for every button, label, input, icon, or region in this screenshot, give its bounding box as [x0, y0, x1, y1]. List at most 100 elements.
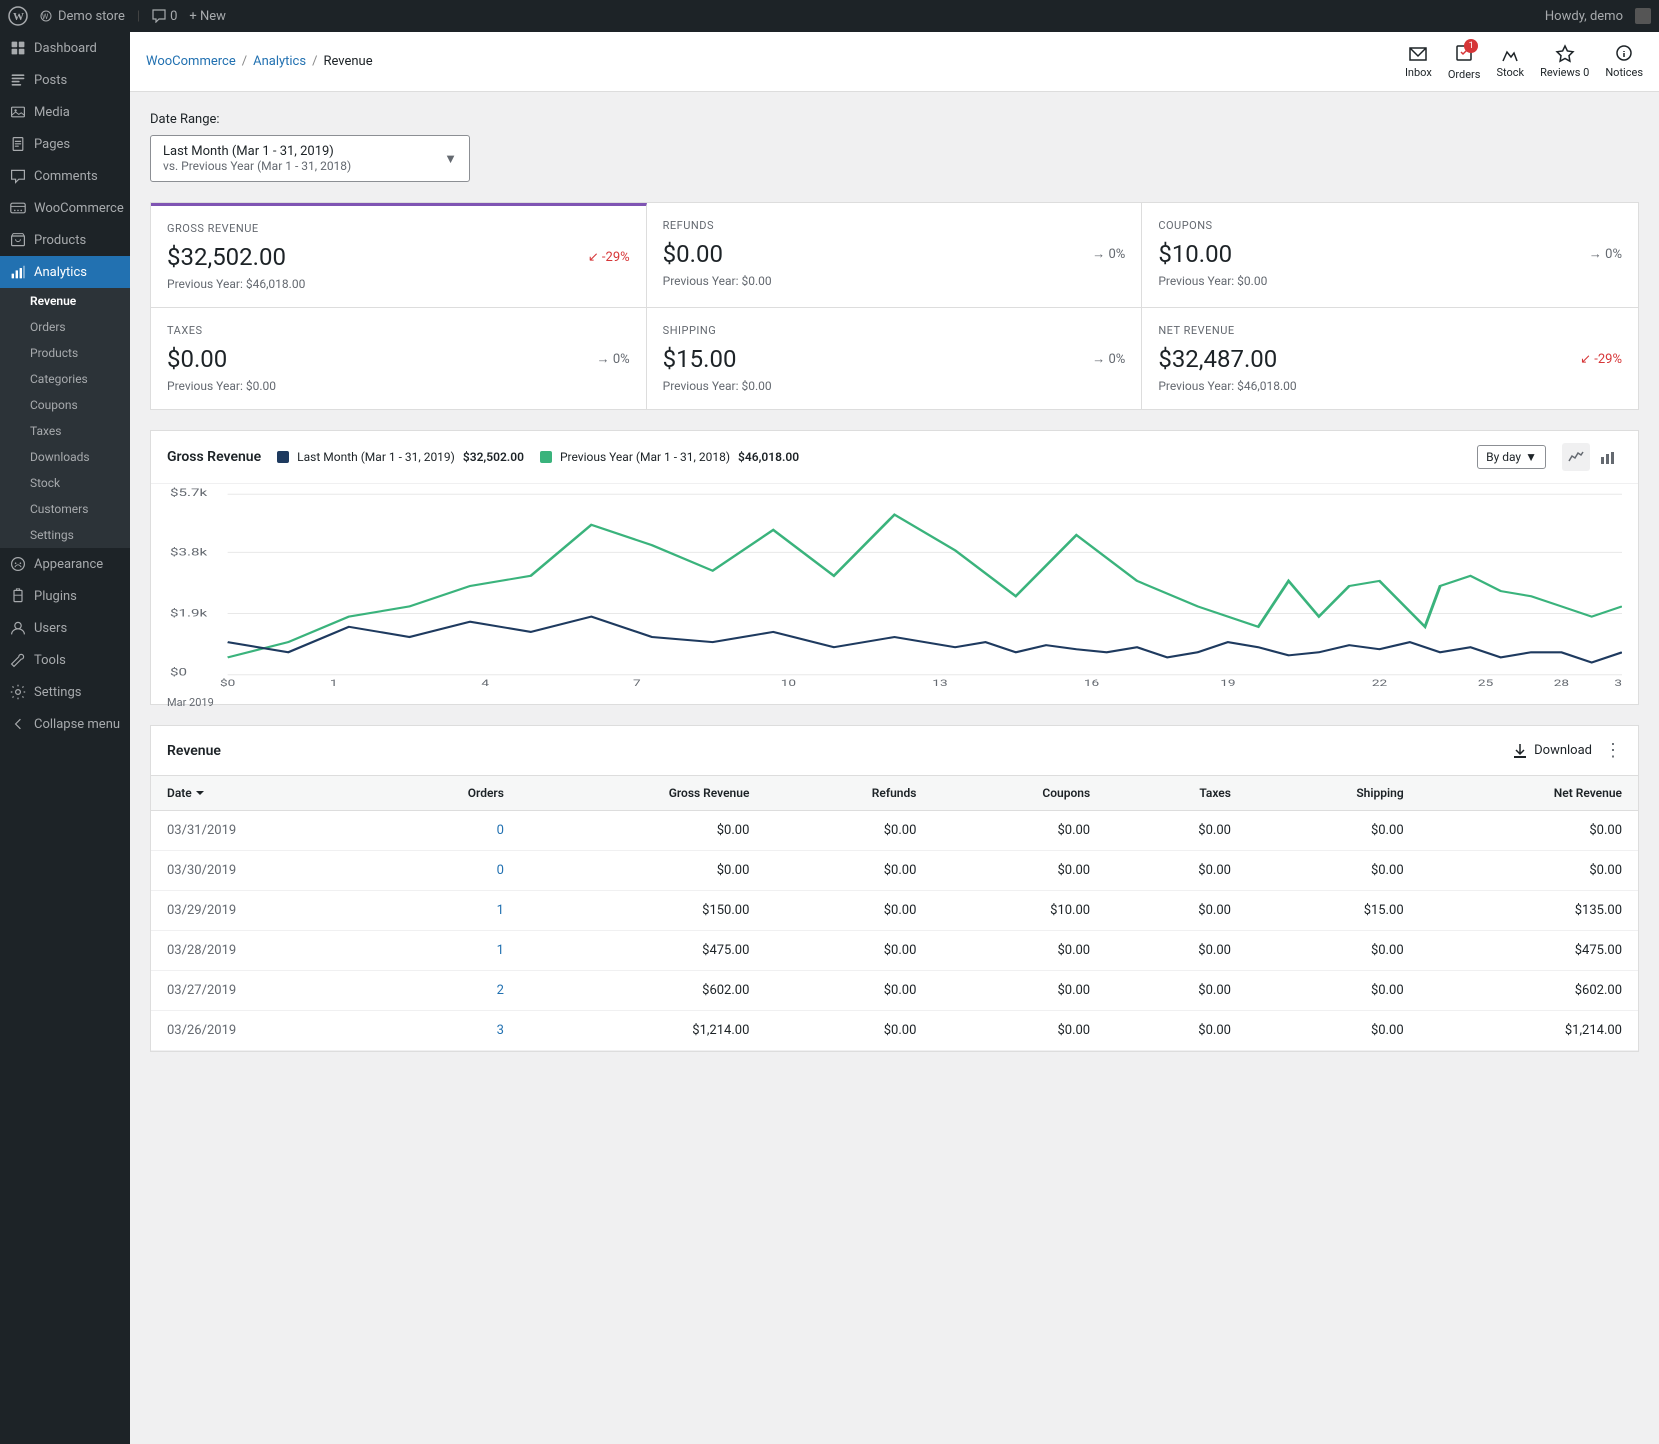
table-row: 03/27/2019 2 $602.00 $0.00 $0.00 $0.00 $… — [151, 971, 1638, 1011]
svg-text:$0: $0 — [170, 667, 187, 679]
toolbar-reviews[interactable]: Reviews 0 — [1540, 44, 1589, 79]
col-taxes: Taxes — [1106, 776, 1247, 811]
breadcrumb-current: Revenue — [323, 54, 372, 69]
sub-item-revenue[interactable]: Revenue — [0, 288, 130, 314]
sidebar-item-woocommerce[interactable]: WooCommerce — [0, 192, 130, 224]
sub-item-stock[interactable]: Stock — [0, 470, 130, 496]
sidebar-item-comments[interactable]: Comments — [0, 160, 130, 192]
sidebar-item-posts[interactable]: Posts — [0, 64, 130, 96]
sub-item-taxes[interactable]: Taxes — [0, 418, 130, 444]
topbar: W W Demo store | 0 + New Howdy, demo — [0, 0, 1659, 32]
stat-card-coupons: COUPONS $10.00 → 0% Previous Year: $0.00 — [1142, 203, 1638, 308]
svg-text:19: 19 — [1220, 677, 1235, 688]
sidebar-item-media[interactable]: Media — [0, 96, 130, 128]
wp-logo-icon: W — [8, 6, 28, 26]
orders-badge: 1 — [1464, 39, 1478, 53]
toolbar-inbox[interactable]: Inbox — [1405, 44, 1432, 79]
download-button[interactable]: Download — [1512, 743, 1592, 759]
stat-card-net-revenue: NET REVENUE $32,487.00 ↙ -29% Previous Y… — [1142, 308, 1638, 409]
toolbar-notices[interactable]: Notices — [1605, 44, 1643, 79]
sub-item-analytics-settings[interactable]: Settings — [0, 522, 130, 548]
col-refunds: Refunds — [765, 776, 932, 811]
chart-x-sub: Mar 2019 — [167, 692, 1622, 709]
sidebar-item-collapse[interactable]: Collapse menu — [0, 708, 130, 740]
col-coupons: Coupons — [932, 776, 1106, 811]
stat-card-shipping: SHIPPING $15.00 → 0% Previous Year: $0.0… — [647, 308, 1143, 409]
table-row: 03/30/2019 0 $0.00 $0.00 $0.00 $0.00 $0.… — [151, 851, 1638, 891]
site-name[interactable]: W Demo store — [40, 9, 125, 24]
col-gross: Gross Revenue — [520, 776, 765, 811]
analytics-submenu: Revenue Orders Products Categories Coupo… — [0, 288, 130, 548]
comments-icon-topbar[interactable]: 0 — [152, 9, 177, 24]
sub-item-categories[interactable]: Categories — [0, 366, 130, 392]
sidebar-item-plugins[interactable]: Plugins — [0, 580, 130, 612]
sub-item-customers[interactable]: Customers — [0, 496, 130, 522]
sub-item-products[interactable]: Products — [0, 340, 130, 366]
sidebar-item-tools[interactable]: Tools — [0, 644, 130, 676]
svg-text:$0: $0 — [220, 677, 235, 688]
sidebar-item-appearance[interactable]: Appearance — [0, 548, 130, 580]
svg-text:28: 28 — [1554, 677, 1569, 688]
toolbar-stock[interactable]: Stock — [1496, 44, 1524, 79]
sidebar-item-analytics[interactable]: Analytics — [0, 256, 130, 288]
toolbar-orders[interactable]: 1 Orders — [1448, 43, 1481, 81]
table-row: 03/29/2019 1 $150.00 $0.00 $10.00 $0.00 … — [151, 891, 1638, 931]
sidebar-item-dashboard[interactable]: Dashboard — [0, 32, 130, 64]
svg-text:4: 4 — [481, 677, 489, 688]
breadcrumb: WooCommerce / Analytics / Revenue — [146, 54, 373, 69]
sub-item-coupons[interactable]: Coupons — [0, 392, 130, 418]
sidebar: Dashboard Posts Media Pages Comments Woo… — [0, 32, 130, 1444]
avatar[interactable] — [1635, 8, 1651, 24]
date-range-selector[interactable]: Last Month (Mar 1 - 31, 2019) vs. Previo… — [150, 135, 470, 182]
breadcrumb-analytics[interactable]: Analytics — [253, 54, 306, 69]
breadcrumb-woocommerce[interactable]: WooCommerce — [146, 54, 236, 69]
sidebar-item-settings[interactable]: Settings — [0, 676, 130, 708]
chart-line-view-btn[interactable] — [1562, 443, 1590, 471]
chart-body: $5.7k $3.8k $1.9k $0 $ — [151, 484, 1638, 704]
chart-bar-view-btn[interactable] — [1594, 443, 1622, 471]
svg-text:$3.8k: $3.8k — [170, 547, 208, 559]
by-day-select[interactable]: By day ▼ — [1477, 445, 1546, 469]
sub-item-downloads[interactable]: Downloads — [0, 444, 130, 470]
svg-text:W: W — [13, 11, 24, 23]
new-button[interactable]: + New — [189, 9, 226, 24]
sidebar-item-pages[interactable]: Pages — [0, 128, 130, 160]
more-options-button[interactable]: ⋮ — [1604, 740, 1622, 761]
sidebar-item-users[interactable]: Users — [0, 612, 130, 644]
revenue-data-table: Date Orders Gross Revenue Refunds Coupon… — [151, 776, 1638, 1051]
stat-card-taxes: TAXES $0.00 → 0% Previous Year: $0.00 — [151, 308, 647, 409]
chart-section: Gross Revenue Last Month (Mar 1 - 31, 20… — [150, 430, 1639, 705]
svg-text:$5.7k: $5.7k — [170, 488, 208, 500]
sub-item-orders[interactable]: Orders — [0, 314, 130, 340]
revenue-table: Revenue Download ⋮ Date — [150, 725, 1639, 1052]
date-range-label: Date Range: — [150, 112, 1639, 127]
stat-card-gross-revenue: GROSS REVENUE $32,502.00 ↙ -29% Previous… — [151, 203, 647, 308]
svg-text:13: 13 — [932, 677, 947, 688]
howdy-text: Howdy, demo — [1545, 9, 1623, 24]
table-row: 03/28/2019 1 $475.00 $0.00 $0.00 $0.00 $… — [151, 931, 1638, 971]
svg-text:W: W — [42, 13, 49, 21]
chart-legend-current: Last Month (Mar 1 - 31, 2019) $32,502.00 — [277, 450, 524, 464]
svg-text:25: 25 — [1478, 677, 1494, 688]
svg-text:16: 16 — [1084, 677, 1099, 688]
toolbar-icons: Inbox 1 Orders Stock Reviews 0 — [1405, 43, 1643, 81]
svg-text:10: 10 — [781, 677, 796, 688]
svg-text:1: 1 — [330, 677, 338, 688]
sidebar-item-products[interactable]: Products — [0, 224, 130, 256]
svg-text:22: 22 — [1372, 677, 1388, 688]
table-title: Revenue — [167, 743, 221, 759]
col-shipping: Shipping — [1247, 776, 1420, 811]
chart-svg: $5.7k $3.8k $1.9k $0 $ — [167, 484, 1622, 688]
chart-legend-prev: Previous Year (Mar 1 - 31, 2018) $46,018… — [540, 450, 799, 464]
stat-cards: GROSS REVENUE $32,502.00 ↙ -29% Previous… — [150, 202, 1639, 410]
svg-text:31: 31 — [1614, 677, 1622, 688]
svg-text:7: 7 — [633, 677, 641, 688]
col-date[interactable]: Date — [151, 776, 371, 811]
chart-title: Gross Revenue — [167, 449, 261, 465]
stat-card-refunds: REFUNDS $0.00 → 0% Previous Year: $0.00 — [647, 203, 1143, 308]
col-orders: Orders — [371, 776, 520, 811]
col-net: Net Revenue — [1420, 776, 1638, 811]
page-header: WooCommerce / Analytics / Revenue Inbox … — [130, 32, 1659, 92]
table-row: 03/26/2019 3 $1,214.00 $0.00 $0.00 $0.00… — [151, 1011, 1638, 1051]
svg-text:$1.9k: $1.9k — [170, 608, 208, 620]
